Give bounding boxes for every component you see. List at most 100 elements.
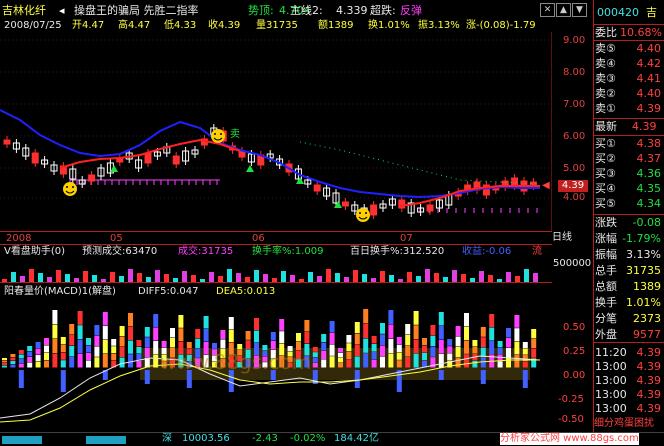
committee-ratio-value: 10.68% [620,26,662,39]
close-icon[interactable]: ✕ [540,3,555,17]
price-axis-1: 8.00 [563,67,586,78]
promo-text: 细分鸡蛋困扰 [594,418,654,429]
turnover-rate: 换手率%:1.009 [252,246,324,257]
stat-7-label: 外盘 [595,328,617,341]
ohlc-amount: 额1389 [318,20,354,31]
index-name: 深 [162,433,172,444]
main-line-label: 主线2: [290,4,323,17]
buy-smiley-icon [356,208,370,222]
stat-4-value: 1389 [633,280,661,293]
stat-3-label: 总手 [595,264,617,277]
stock-code: 000420 [597,6,639,19]
ask-5-value: 4.40 [636,42,662,55]
stat-1-label: 涨幅 [595,232,617,245]
ask-2-value: 4.40 [636,87,662,100]
tick-0-value: 4.39 [636,346,662,359]
stat-2-label: 振幅 [595,248,617,261]
stat-6-label: 分笔 [595,312,617,325]
ask-5-label: 卖⑤ [595,42,616,55]
macd-axis-0: 0.50 [563,322,586,333]
bid-4-label: 买④ [595,182,616,195]
back-arrow-icon[interactable]: ◂ [59,4,65,18]
tick-4-label: 13:00 [595,402,627,415]
last-price-value: 4.39 [632,120,657,133]
tab-strip-2[interactable] [86,436,126,444]
macd-axis-1: 0.25 [563,346,586,357]
tick-0-label: 11:20 [595,346,627,359]
ask-4-label: 卖④ [595,57,616,70]
oversold-label: 超跌: [370,4,396,17]
ohlc-turnover: 换1.01% [368,20,410,31]
stat-7-value: 9577 [633,328,661,341]
stock-name[interactable]: 吉林化纤 [2,4,46,18]
macd-dea: DEA5:0.013 [216,286,276,297]
watermark: www.88gs.com [160,350,312,374]
volume-axis-label: 500000 [553,258,592,269]
current-price-tag: 4.39 [558,180,588,192]
ohlc-volume: 量31735 [256,20,298,31]
ohlc-change: 涨-(0.08)-1.79 [466,20,536,31]
ohlc-date: 2008/07/25 [4,20,62,31]
pointer-arrow-icon: ◀ [542,180,550,191]
period-label[interactable]: 日线 [552,232,572,244]
stat-0-value: -0.08 [632,216,661,229]
index-amount: 184.42亿 [334,433,379,444]
bid-2-value: 4.37 [636,152,662,165]
last-price-label: 最新 [595,120,617,133]
hundred-day-turnover: 百日换手%:312.520 [350,246,445,257]
macd-axis-4: -0.50 [558,414,584,425]
stat-5-value: 1.01% [626,296,661,309]
tick-3-value: 4.39 [636,388,662,401]
index-value: 10003.56 [182,433,230,444]
flow-label: 流 [532,246,542,257]
ohlc-open: 开4.47 [72,20,105,31]
scroll-up-icon[interactable]: ▲ [556,3,571,17]
index-change: -2.43 [252,433,278,444]
ask-4-value: 4.42 [636,57,662,70]
macd-panel-title[interactable]: 阳春量价(MACD)1(解盘) [4,286,116,298]
bid-5-label: 买⑤ [595,197,616,210]
ohlc-close: 收4.39 [208,20,241,31]
scroll-down-icon[interactable]: ▼ [572,3,587,17]
index-pct: -0.02% [290,433,326,444]
tick-1-label: 13:00 [595,360,627,373]
stat-6-value: 2373 [633,312,661,325]
ask-3-value: 4.41 [636,72,662,85]
ohlc-amplitude: 振3.13% [418,20,460,31]
stat-4-label: 总额 [595,280,617,293]
macd-diff: DIFF5:0.047 [138,286,199,297]
status-bar: 深 10003.56 -2.43 -0.02% 184.42亿 分析家公式网 w… [0,432,664,446]
tab-strip-1[interactable] [2,436,42,444]
traded-volume: 成交:31735 [178,246,234,257]
bid-3-value: 4.36 [636,167,662,180]
tick-3-label: 13:00 [595,388,627,401]
oversold-value: 反弹 [400,4,422,17]
ask-2-label: 卖② [595,87,616,100]
trend-label: 势顶: [248,4,274,17]
stock-short-name: 吉 [646,6,657,19]
ask-3-label: 卖③ [595,72,616,85]
main-line-value: 4.339 [336,4,368,17]
profit-value: 收益:-0.06 [462,246,512,257]
ask-1-value: 4.39 [636,102,662,115]
bid-5-value: 4.34 [636,197,662,210]
tick-2-label: 13:00 [595,374,627,387]
price-axis-4: 5.00 [563,163,586,174]
committee-ratio-label: 委比 [595,26,617,39]
kline-chart[interactable] [0,32,552,232]
stat-5-label: 换手 [595,296,617,309]
bid-1-label: 买① [595,137,616,150]
price-axis-0: 9.00 [563,35,586,46]
volume-panel-title[interactable]: V看盘助手(0) [4,246,65,258]
bid-2-label: 买② [595,152,616,165]
tick-2-value: 4.39 [636,374,662,387]
macd-axis-2: 0.00 [563,370,586,381]
ask-1-label: 卖① [595,102,616,115]
bid-1-value: 4.38 [636,137,662,150]
tick-1-value: 4.39 [636,360,662,373]
status-promo: 分析家公式网 www.88gs.com [500,433,639,445]
formula-name: 操盘王的骗局 先胜二指率 [74,4,199,17]
quote-panel: 000420 吉 委比 10.68% 卖⑤ 4.40 卖④ 4.42 卖③ 4.41 卖② 4… [594,0,664,432]
tick-4-value: 4.39 [636,402,662,415]
macd-axis-3: -0.25 [558,394,584,405]
